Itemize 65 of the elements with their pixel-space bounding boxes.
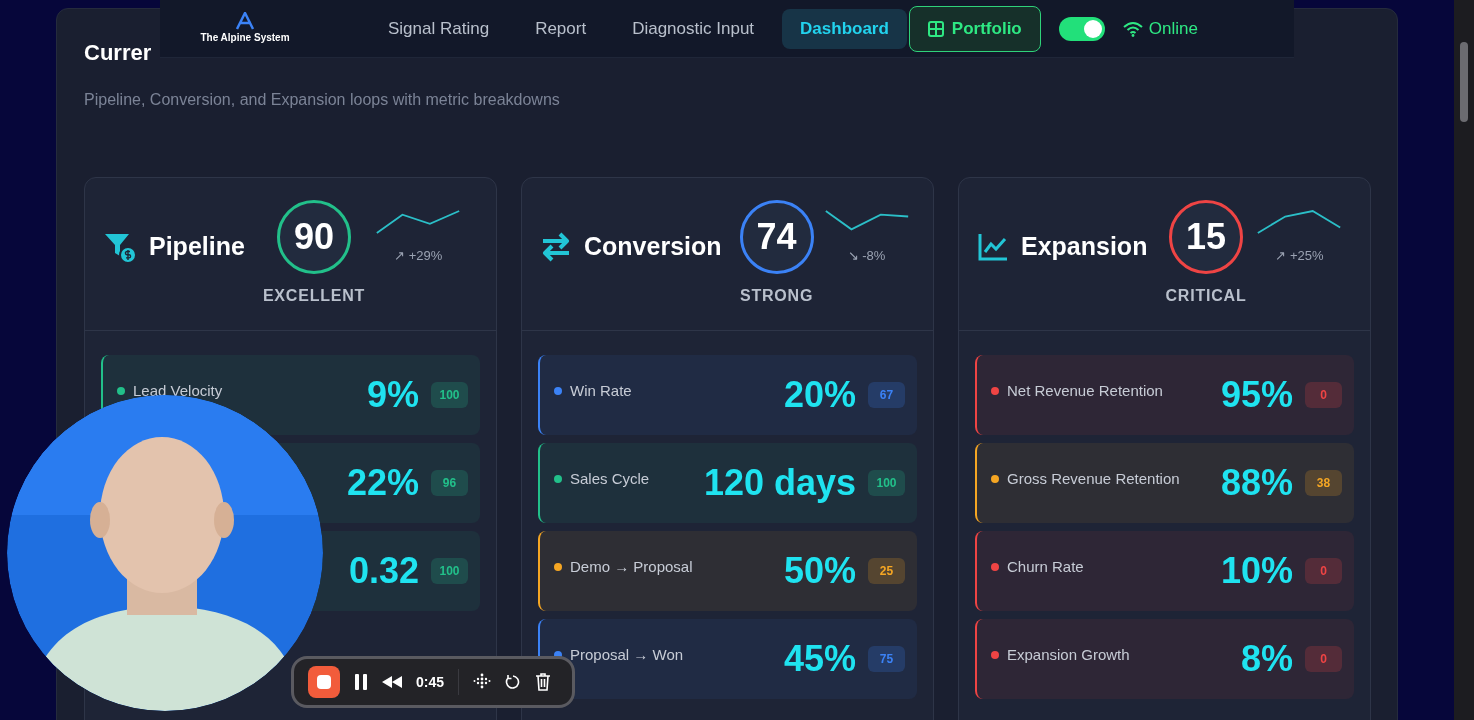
metric-value: 9% — [366, 373, 419, 417]
metric-label: Churn Rate — [1007, 556, 1084, 577]
score-badge: 100 — [431, 558, 468, 584]
restart-icon[interactable] — [505, 674, 522, 690]
page-heading: Currer — [84, 39, 152, 67]
metric-label: Gross Revenue Retention — [1007, 468, 1180, 489]
metric-label: Proposal → Won — [570, 644, 684, 665]
brand-name: The Alpine System — [200, 31, 290, 45]
score-badge: 0 — [1305, 382, 1342, 408]
swap-arrows-icon — [540, 231, 572, 262]
nav-link[interactable]: Diagnostic Input — [614, 8, 773, 49]
card-title: Pipeline — [149, 231, 245, 262]
score-ring: 74 — [739, 200, 814, 274]
score-ring: 15 — [1168, 200, 1243, 274]
score-badge: 25 — [868, 558, 905, 584]
metric-value: 88% — [1220, 461, 1293, 505]
nav-link[interactable]: Dashboard — [782, 8, 907, 49]
metric-label: Lead Velocity — [133, 380, 223, 401]
metric-label: Expansion Growth — [1007, 644, 1130, 665]
recording-time: 0:45 — [416, 672, 445, 692]
metric-value: 10% — [1220, 549, 1293, 593]
metric-label: Net Revenue Retention — [1007, 380, 1163, 401]
metric-label: Sales Cycle — [570, 468, 650, 489]
pause-icon[interactable] — [354, 674, 368, 690]
wifi-icon — [1122, 20, 1143, 37]
trash-icon[interactable] — [535, 673, 552, 691]
rating-label: EXCELLENT — [262, 286, 366, 306]
stop-button[interactable] — [308, 666, 340, 698]
nav-link[interactable]: Signal Rating — [370, 8, 508, 49]
score-badge: 100 — [868, 470, 905, 496]
metric-value: 8% — [1240, 637, 1293, 681]
score-ring: 90 — [277, 200, 352, 274]
trend-label: ↗ +25% — [1275, 247, 1324, 265]
score-badge: 38 — [1305, 470, 1342, 496]
rewind-icon[interactable] — [382, 676, 402, 688]
card-title: Conversion — [584, 231, 722, 262]
status-label: Online — [1148, 17, 1198, 40]
metric-label: Win Rate — [570, 380, 632, 401]
score-badge: 0 — [1305, 646, 1342, 672]
metric-value: 45% — [783, 637, 856, 681]
metric-label: Demo → Proposal — [570, 556, 693, 577]
score-badge: 0 — [1305, 558, 1342, 584]
metric-value: 0.32 — [348, 549, 419, 593]
line-chart-icon — [977, 231, 1009, 262]
trend-label: ↘ -8% — [847, 247, 886, 265]
metric-value: 95% — [1220, 373, 1293, 417]
score-badge: 100 — [431, 382, 468, 408]
rating-label: STRONG — [739, 286, 814, 306]
trend-label: ↗ +29% — [394, 247, 443, 265]
grid-icon — [927, 20, 944, 37]
logo-icon — [235, 12, 255, 30]
toggle-switch[interactable] — [1058, 16, 1105, 41]
nav-link[interactable]: Report — [517, 8, 605, 49]
metric-value: 50% — [783, 549, 856, 593]
dots-grid-icon[interactable] — [473, 673, 492, 691]
rating-label: CRITICAL — [1165, 286, 1247, 306]
score-badge: 96 — [431, 470, 468, 496]
metric-value: 120 days — [703, 461, 856, 505]
metric-value: 22% — [346, 461, 419, 505]
portfolio-button[interactable]: Portfolio — [908, 5, 1041, 52]
score-badge: 67 — [868, 382, 905, 408]
score-badge: 75 — [868, 646, 905, 672]
metric-value: 20% — [783, 373, 856, 417]
page-subtitle: Pipeline, Conversion, and Expansion loops with metric breakdowns — [84, 90, 560, 110]
card-title: Expansion — [1021, 231, 1148, 262]
